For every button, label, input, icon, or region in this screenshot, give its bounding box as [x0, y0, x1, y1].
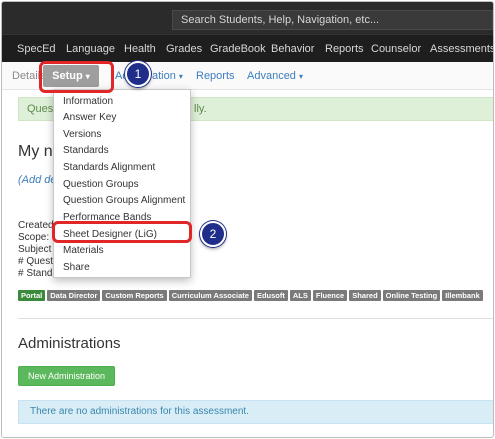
- tags-row: Portal Data Director Custom Reports Curricu…: [18, 290, 485, 301]
- tag: Shared: [349, 290, 381, 301]
- caret-down-icon: ▾: [299, 72, 304, 81]
- nav-item-behavior[interactable]: Behavior: [271, 43, 314, 55]
- menu-item-question-groups-alignment[interactable]: Question Groups Alignment: [63, 195, 185, 206]
- empty-administrations-alert: There are no administrations for this as…: [18, 400, 493, 424]
- menu-item-answer-key[interactable]: Answer Key: [63, 112, 116, 123]
- tab-advanced-label: Advanced: [247, 70, 296, 82]
- nav-item-gradebook[interactable]: GradeBook: [210, 43, 266, 55]
- tag: Data Director: [47, 290, 101, 301]
- main-nav: SpecEd Language Health Grades GradeBook …: [2, 34, 493, 62]
- administrations-heading: Administrations: [18, 335, 121, 352]
- alert-text-right: lly.: [194, 103, 207, 115]
- tab-administration-tail-label: ation: [152, 70, 176, 82]
- menu-item-information[interactable]: Information: [63, 96, 113, 107]
- tab-advanced[interactable]: Advanced ▾: [247, 70, 303, 82]
- tag: Online Testing: [382, 290, 441, 301]
- alert-text-left: Quest: [27, 103, 57, 115]
- tag: Edusoft: [253, 290, 288, 301]
- app-window: Search Students, Help, Navigation, etc..…: [1, 1, 494, 438]
- tag: Custom Reports: [102, 290, 167, 301]
- tag: Fluence: [312, 290, 348, 301]
- meta-scope: Scope:: [18, 232, 50, 243]
- menu-item-materials[interactable]: Materials: [63, 245, 104, 256]
- tag: Portal: [18, 290, 46, 301]
- top-bar: Search Students, Help, Navigation, etc..…: [2, 2, 493, 34]
- section-divider: [18, 318, 493, 319]
- new-administration-button[interactable]: New Administration: [18, 366, 115, 386]
- nav-item-health[interactable]: Health: [124, 43, 156, 55]
- tag: Illembank: [442, 290, 483, 301]
- nav-item-reports[interactable]: Reports: [325, 43, 364, 55]
- menu-item-standards[interactable]: Standards: [63, 145, 109, 156]
- meta-subject: Subject: [18, 244, 52, 255]
- menu-item-share[interactable]: Share: [63, 262, 90, 273]
- menu-item-question-groups[interactable]: Question Groups: [63, 179, 139, 190]
- tag: ALS: [289, 290, 311, 301]
- meta-questions: # Questi: [18, 256, 56, 267]
- tag: Curriculum Associate: [168, 290, 252, 301]
- meta-created: Created: [18, 220, 54, 231]
- menu-item-versions[interactable]: Versions: [63, 129, 101, 140]
- nav-item-assessments[interactable]: Assessments: [430, 43, 493, 55]
- add-description-link[interactable]: (Add de: [18, 174, 57, 186]
- nav-item-language[interactable]: Language: [66, 43, 115, 55]
- nav-item-counselor[interactable]: Counselor: [371, 43, 421, 55]
- sheet-designer-highlight-box: [52, 221, 192, 243]
- nav-item-grades[interactable]: Grades: [166, 43, 202, 55]
- tab-administration-tail[interactable]: ation ▾: [152, 70, 183, 82]
- setup-highlight-box: [39, 61, 114, 93]
- callout-badge-2: 2: [200, 221, 226, 247]
- setup-dropdown-menu: Information Answer Key Versions Standard…: [53, 89, 191, 278]
- caret-down-icon: ▾: [178, 72, 183, 81]
- tab-reports[interactable]: Reports: [196, 70, 235, 82]
- callout-badge-1: 1: [125, 61, 151, 87]
- search-input[interactable]: Search Students, Help, Navigation, etc..…: [172, 10, 493, 30]
- nav-item-speced[interactable]: SpecEd: [17, 43, 56, 55]
- menu-item-standards-alignment[interactable]: Standards Alignment: [63, 162, 155, 173]
